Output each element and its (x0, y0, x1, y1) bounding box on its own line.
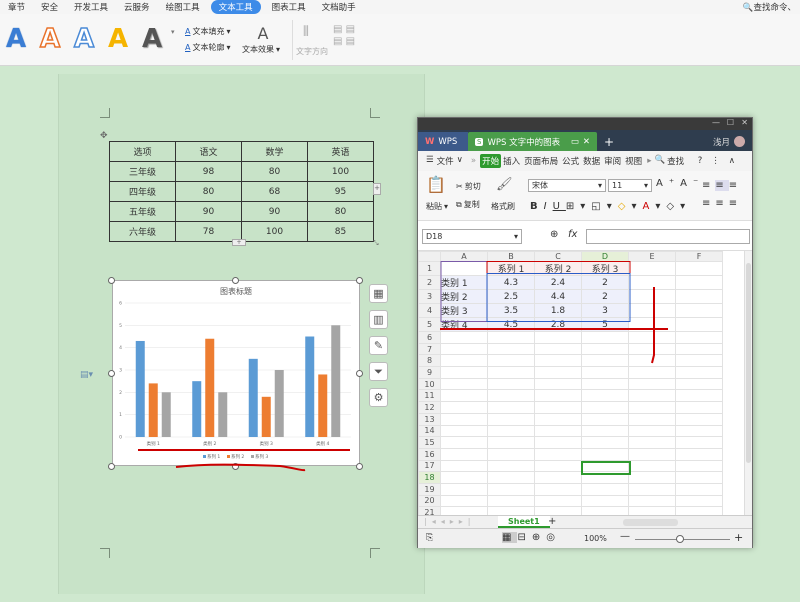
tab-close-icon[interactable]: ✕ (583, 137, 590, 147)
red-underline (175, 463, 306, 472)
user-area[interactable]: 浅月 (706, 132, 752, 151)
zoom-level[interactable]: 100% (584, 534, 607, 543)
sheet-tab-bar: |◂◂▸▸| Sheet1 + (418, 515, 752, 528)
zoom-in-button[interactable]: + (734, 531, 743, 544)
wps-spreadsheet-window: — ☐ ✕ W WPS S WPS 文字中的图表 ▭ ✕ + 浅月 ☰ 文件 ∨ » 开始插… (417, 117, 753, 548)
tab-wps[interactable]: W WPS (418, 132, 468, 151)
font-value: 宋体 (532, 181, 548, 190)
wps-menu-item[interactable]: 开始 (480, 154, 502, 168)
formula-bar: D18 ▾ ⊕ fx (418, 221, 752, 251)
zoom-slider-thumb[interactable] (676, 535, 684, 543)
font-size-buttons[interactable]: A⁺A⁻ (656, 178, 704, 189)
more-icon: » (470, 156, 477, 166)
copy-button[interactable]: ⧉ 复制 (456, 199, 480, 210)
paste-button[interactable]: 粘贴 ▾ (426, 201, 448, 212)
data-range-outline (440, 261, 631, 322)
grid-overlays (440, 261, 668, 475)
window-titlebar: — ☐ ✕ (418, 118, 752, 130)
wps-menu-item[interactable]: 视图 (623, 154, 644, 168)
alignment-buttons[interactable]: ≡≡≡ ≡≡≡ (702, 177, 742, 213)
view-mode-icons[interactable]: ▦⊟⊕◎ (502, 532, 561, 543)
format-painter-icon[interactable]: 🖌 (496, 177, 513, 192)
tab-document[interactable]: S WPS 文字中的图表 ▭ ✕ (468, 132, 597, 151)
wps-menu-item[interactable]: 页面布局 (522, 154, 560, 168)
chevron-down-icon: ▾ (597, 181, 602, 190)
copy-label: 复制 (463, 200, 480, 209)
file-menu-label: 文件 (436, 157, 454, 167)
minimize-icon[interactable]: — (712, 118, 720, 127)
wps-menu-item[interactable]: 公式 (560, 154, 581, 168)
horizontal-scroll-thumb[interactable] (623, 519, 678, 526)
copy-icon: ⧉ (456, 199, 462, 209)
format-painter-label: 格式刷 (491, 202, 515, 211)
fx-button[interactable]: fx (568, 229, 577, 240)
close-icon[interactable]: ✕ (741, 118, 748, 127)
screen-icon[interactable]: ▭ (571, 137, 579, 147)
add-sheet-button[interactable]: + (548, 516, 556, 527)
scroll-right-icon[interactable]: ▸ (644, 156, 654, 166)
format-painter-button[interactable]: 格式刷 (491, 201, 515, 212)
name-box[interactable]: D18 ▾ (422, 229, 522, 244)
values-outline (486, 273, 631, 322)
avatar (734, 136, 745, 147)
wps-menu-item[interactable]: 审阅 (602, 154, 623, 168)
window-menu: ☰ 文件 ∨ » 开始 插入 页面布局 公式 数据 审阅 视图 ▸ 🔍 查找 ?⋮∧ (418, 151, 752, 171)
cut-label: 剪切 (464, 182, 481, 191)
menu-items: 开始 插入 页面布局 公式 数据 审阅 视图 (480, 154, 644, 168)
chevron-down-icon: ▾ (643, 181, 648, 190)
status-bar: ⎘ ▦⊟⊕◎ 100% — + (418, 528, 752, 548)
spreadsheet-icon: S (475, 137, 484, 146)
file-menu[interactable]: ☰ 文件 ∨ (418, 155, 467, 167)
wps-menu-item[interactable]: 插入 (501, 154, 522, 168)
help-icons[interactable]: ?⋮∧ (698, 156, 752, 166)
cut-button[interactable]: ✂ 剪切 (456, 181, 481, 192)
scissors-icon: ✂ (456, 182, 463, 191)
home-toolbar: 📋 粘贴 ▾ ✂ 剪切 ⧉ 复制 🖌 格式刷 宋体 ▾ 11 ▾ A⁺A⁻ BIU⊞▾◱▾… (418, 171, 752, 221)
size-value: 11 (612, 181, 623, 190)
zoom-out-button[interactable]: — (620, 531, 630, 542)
new-tab-button[interactable]: + (597, 132, 621, 151)
window-tabs: W WPS S WPS 文字中的图表 ▭ ✕ + 浅月 (418, 130, 752, 151)
find-label: 查找 (667, 157, 685, 167)
paste-icon[interactable]: 📋 (426, 175, 446, 194)
wps-logo-icon: W (425, 136, 435, 147)
formula-input[interactable] (586, 229, 750, 244)
font-select[interactable]: 宋体 ▾ (528, 179, 606, 192)
sheet-tab[interactable]: Sheet1 (498, 516, 550, 528)
cell-reference: D18 (426, 232, 443, 241)
user-name: 浅月 (712, 137, 730, 148)
tab-wps-label: WPS (438, 136, 458, 147)
search-icon: 🔍 (654, 155, 666, 165)
active-cell-outline (581, 461, 631, 475)
zoom-formula-icon[interactable]: ⊕ (550, 229, 558, 240)
vertical-scrollbar[interactable] (744, 251, 752, 515)
format-buttons[interactable]: BIU⊞▾◱▾◇▾A▾◇▾ (530, 201, 691, 212)
find-button[interactable]: 🔍 查找 (654, 155, 684, 167)
hamburger-icon: ☰ (426, 155, 434, 165)
maximize-icon[interactable]: ☐ (727, 118, 734, 127)
scroll-thumb[interactable] (746, 263, 751, 463)
paste-label: 粘贴 (426, 202, 442, 211)
size-select[interactable]: 11 ▾ (608, 179, 652, 192)
chevron-down-icon: ∨ (456, 155, 463, 165)
wps-menu-item[interactable]: 数据 (581, 154, 602, 168)
red-annotation-line (651, 287, 655, 364)
tab-document-label: WPS 文字中的图表 (487, 137, 561, 148)
series-header-outline (486, 261, 631, 274)
chevron-down-icon: ▾ (513, 232, 518, 241)
sheet-nav-icons[interactable]: |◂◂▸▸| (424, 517, 475, 526)
macro-icon[interactable]: ⎘ (426, 533, 433, 543)
